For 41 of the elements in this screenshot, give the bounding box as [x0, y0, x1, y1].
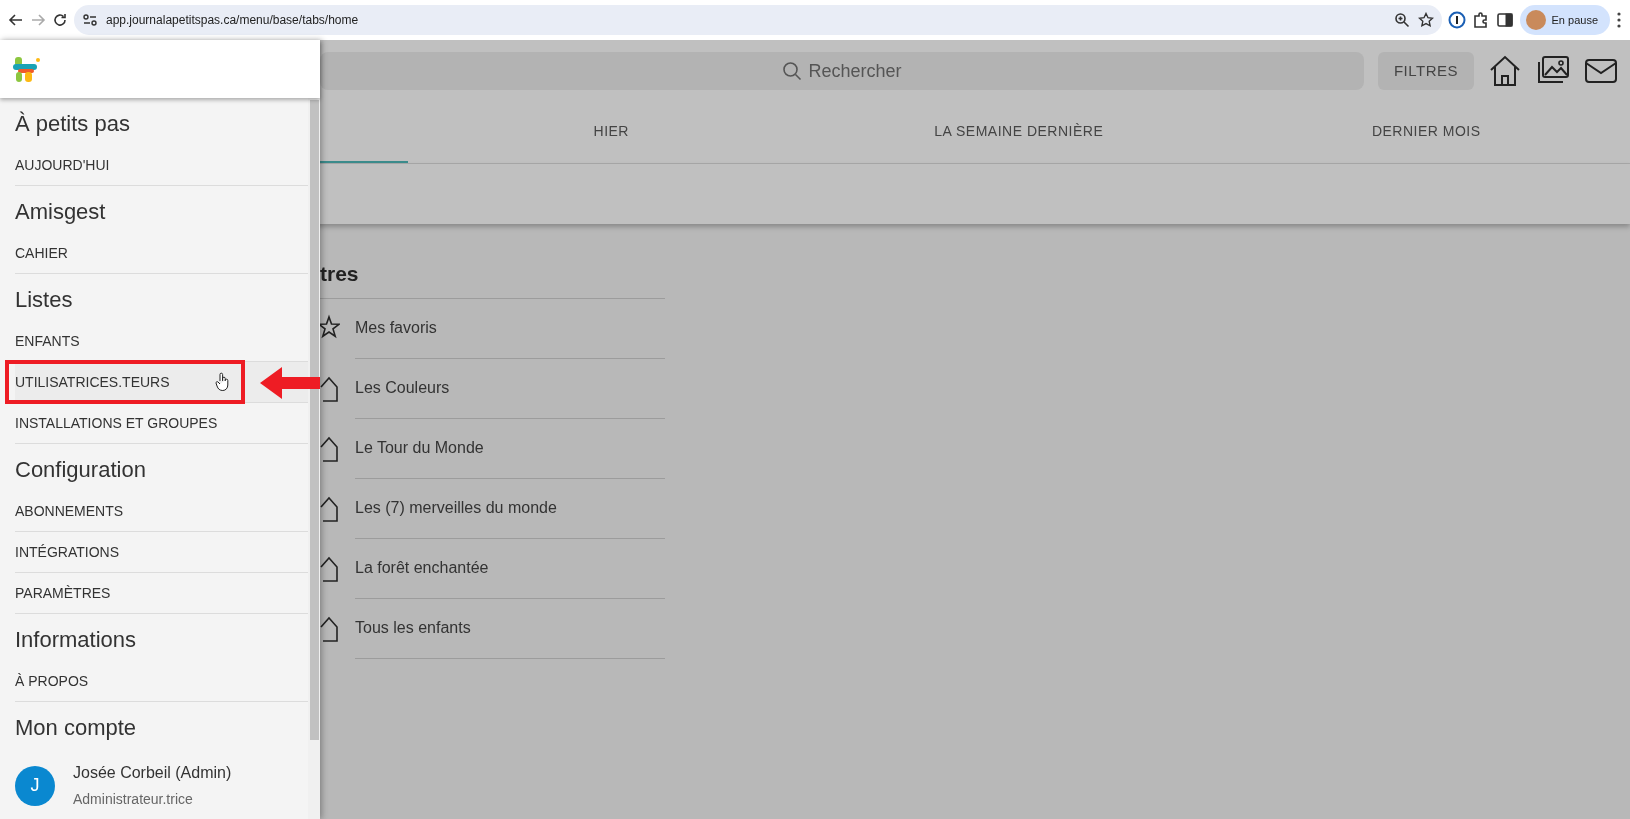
- url-text: app.journalapetitspas.ca/menu/base/tabs/home: [106, 12, 360, 29]
- group-item[interactable]: Tous les enfants: [355, 598, 665, 659]
- group-item[interactable]: Le Tour du Monde: [355, 418, 665, 479]
- avatar-circle: J: [15, 765, 55, 806]
- more-menu-icon[interactable]: [1616, 11, 1622, 29]
- profile-button[interactable]: En pause: [1519, 5, 1610, 35]
- group-item[interactable]: Mes favoris: [355, 298, 665, 359]
- account-name: Josée Corbeil (Admin): [73, 763, 232, 783]
- scrollbar[interactable]: [308, 98, 320, 819]
- search-icon: [782, 61, 803, 81]
- profile-label: En pause: [1551, 12, 1598, 28]
- extensions-icon[interactable]: [1471, 11, 1490, 29]
- hand-cursor-icon: [215, 372, 229, 392]
- filter-button[interactable]: FILTRES: [1377, 52, 1474, 90]
- menu-section-title: Amisgest: [15, 198, 107, 226]
- search-placeholder: Rechercher: [808, 59, 902, 83]
- menu-section-title: Listes: [15, 286, 74, 314]
- callout-arrow-icon: [260, 366, 320, 400]
- tab[interactable]: HIER: [407, 102, 815, 163]
- group-item[interactable]: Les (7) merveilles du monde: [355, 478, 665, 539]
- menu-section-title: À petits pas: [15, 110, 131, 138]
- zoom-icon[interactable]: [1393, 12, 1410, 28]
- search-field[interactable]: Rechercher: [320, 52, 1364, 90]
- group-item[interactable]: La forêt enchantée: [355, 538, 665, 599]
- app-logo-icon: [12, 55, 42, 83]
- home-icon[interactable]: [1488, 54, 1522, 88]
- address-bar[interactable]: app.journalapetitspas.ca/menu/base/tabs/home: [74, 5, 1442, 35]
- side-panel-icon[interactable]: [1495, 11, 1514, 29]
- tab[interactable]: LA SEMAINE DERNIÈRE: [815, 102, 1223, 163]
- password-manager-icon[interactable]: [1447, 11, 1466, 29]
- site-settings-icon[interactable]: [82, 13, 98, 27]
- group-item[interactable]: Les Couleurs: [355, 358, 665, 419]
- menu-section-title: Configuration: [15, 456, 147, 484]
- menu-section-title: Mon compte: [15, 714, 138, 742]
- menu-section-title: Informations: [15, 626, 138, 654]
- reload-icon[interactable]: [52, 12, 68, 28]
- account-role: Administrateur.trice: [73, 790, 194, 809]
- star-icon[interactable]: [1417, 12, 1434, 28]
- avatar-circle: [1525, 10, 1546, 30]
- tab[interactable]: DERNIER MOIS: [1222, 102, 1630, 163]
- back-icon[interactable]: [8, 12, 24, 28]
